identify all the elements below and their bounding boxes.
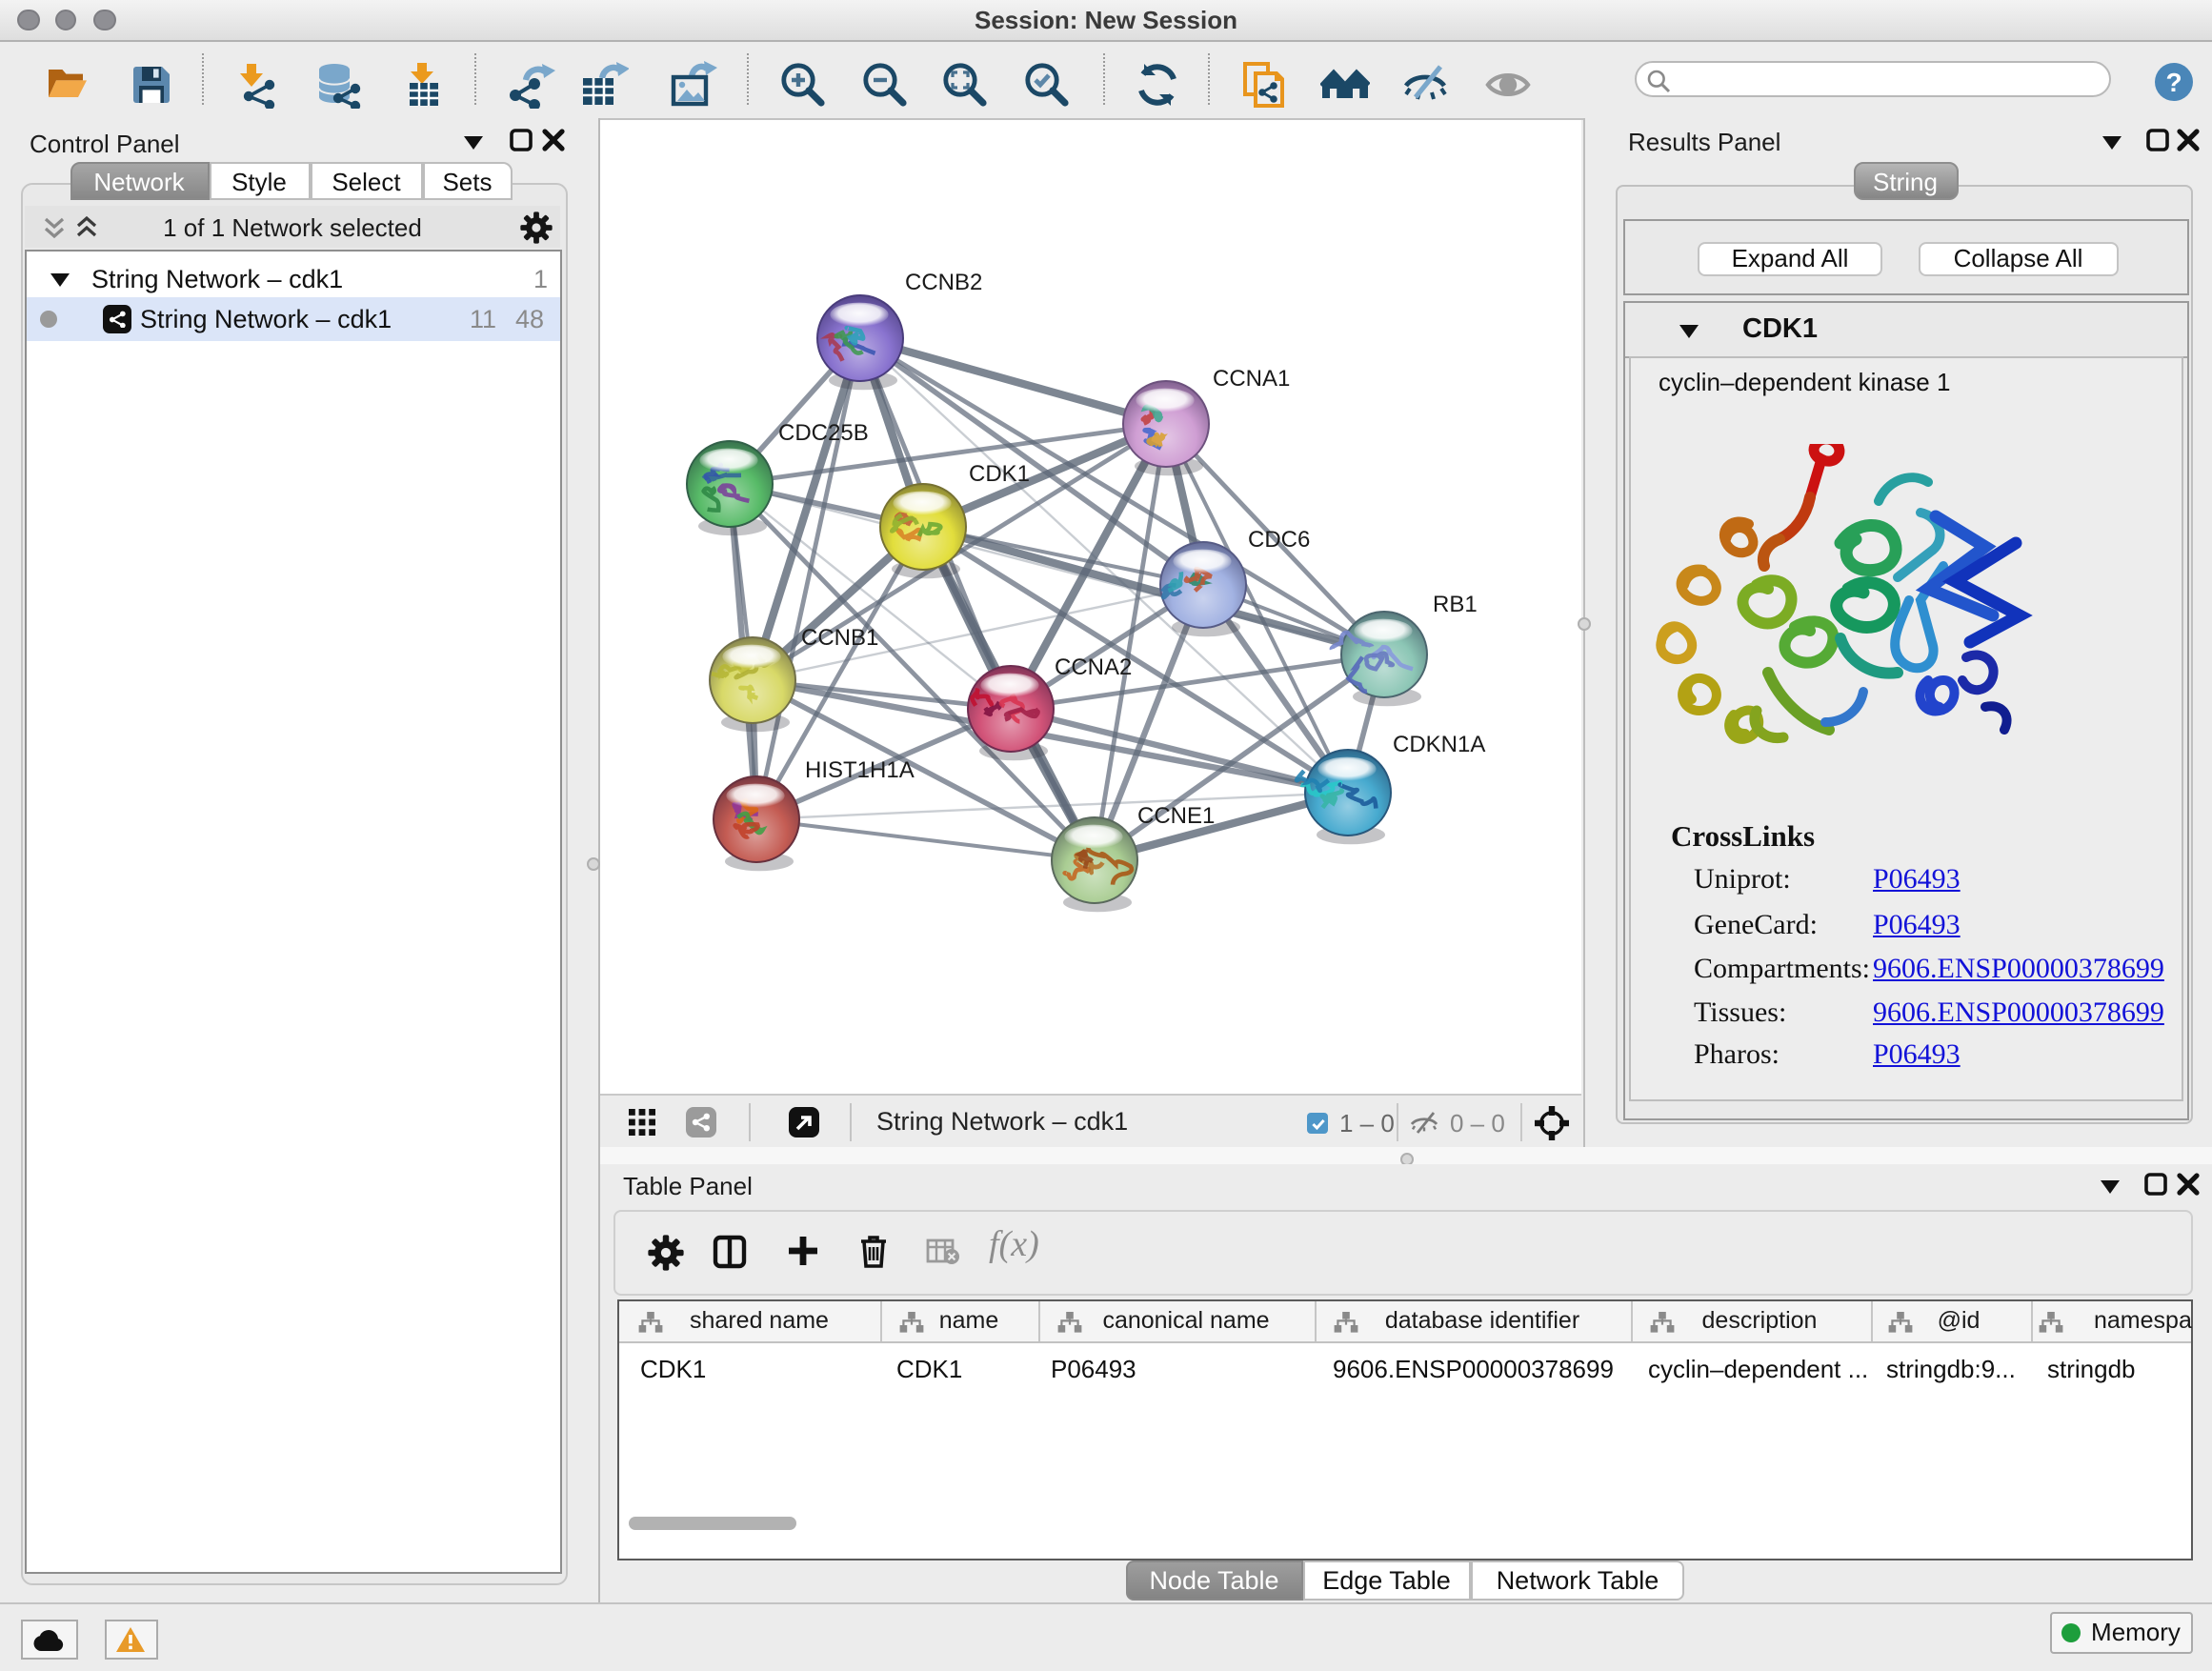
svg-text:CDC6: CDC6: [1248, 527, 1310, 553]
svg-text:CDKN1A: CDKN1A: [1393, 732, 1485, 757]
svg-text:RB1: RB1: [1433, 592, 1478, 617]
svg-text:CCNB1: CCNB1: [801, 625, 878, 651]
svg-text:CDC25B: CDC25B: [778, 420, 869, 446]
svg-text:CCNE1: CCNE1: [1137, 803, 1215, 829]
svg-text:CDK1: CDK1: [969, 461, 1030, 487]
svg-text:?: ?: [2165, 67, 2182, 96]
svg-text:CCNB2: CCNB2: [905, 270, 982, 295]
svg-text:HIST1H1A: HIST1H1A: [805, 757, 915, 783]
svg-text:CCNA1: CCNA1: [1213, 366, 1290, 392]
svg-text:CCNA2: CCNA2: [1055, 654, 1132, 680]
